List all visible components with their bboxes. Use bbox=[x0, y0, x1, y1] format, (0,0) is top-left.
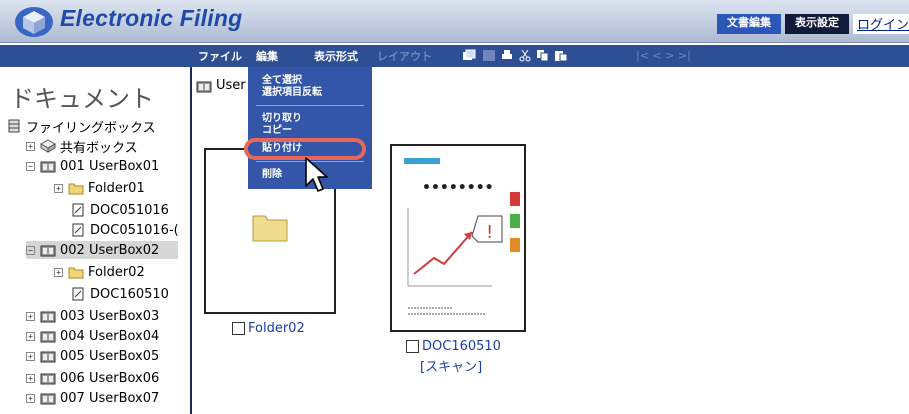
select-checkbox[interactable] bbox=[406, 340, 419, 353]
cut-icon[interactable] bbox=[518, 49, 532, 62]
expand-icon[interactable]: + bbox=[54, 183, 63, 193]
item-label: DOC160510 bbox=[422, 339, 501, 354]
menu-edit[interactable]: 編集 bbox=[256, 48, 278, 64]
menu-file[interactable]: ファイル bbox=[198, 48, 242, 64]
document-thumbnail[interactable]: •••••••• ! bbox=[390, 144, 526, 332]
tree-label: DOC051016 bbox=[90, 202, 169, 218]
tree-label: DOC051016-( bbox=[90, 222, 179, 238]
tree-item-doc051016-c[interactable]: DOC051016-( bbox=[70, 221, 179, 239]
tree-item-userbox03[interactable]: + 003 UserBox03 bbox=[26, 307, 159, 325]
expand-icon[interactable]: + bbox=[26, 331, 35, 341]
menu-separator bbox=[256, 105, 364, 106]
breadcrumb: User bbox=[196, 78, 246, 93]
tree-item-filing-box[interactable]: ファイリングボックス bbox=[6, 117, 156, 136]
pointer-cursor-icon bbox=[305, 157, 328, 192]
tree-label: Folder02 bbox=[88, 264, 145, 280]
paste-icon[interactable] bbox=[554, 49, 568, 62]
userbox-icon bbox=[196, 81, 212, 92]
login-link[interactable]: ログイン bbox=[853, 14, 909, 34]
tree-label: DOC160510 bbox=[90, 286, 169, 302]
menu-view[interactable]: 表示形式 bbox=[314, 48, 358, 64]
cabinet-icon bbox=[8, 119, 20, 133]
tree-item-userbox06[interactable]: + 006 UserBox06 bbox=[26, 369, 159, 387]
item-label: Folder02 bbox=[248, 321, 305, 336]
folder-icon bbox=[68, 267, 84, 279]
userbox-icon bbox=[40, 351, 56, 363]
tree-label: 004 UserBox04 bbox=[60, 328, 160, 344]
userbox-icon bbox=[40, 311, 56, 323]
menu-item-select-all[interactable]: 全て選択 bbox=[262, 75, 302, 87]
tree-item-folder01[interactable]: + Folder01 bbox=[54, 179, 145, 197]
app-title: Electronic Filing bbox=[60, 5, 243, 31]
tree-label: 007 UserBox07 bbox=[60, 390, 160, 406]
tree-label: Folder01 bbox=[88, 180, 145, 196]
title-bar: Electronic Filing 文書編集 表示設定 ログイン bbox=[0, 0, 909, 43]
document-preview-icon: •••••••• ! bbox=[404, 158, 520, 315]
tree-item-doc051016[interactable]: DOC051016 bbox=[70, 201, 169, 219]
tree-item-doc160510[interactable]: DOC160510 bbox=[70, 285, 169, 303]
cube-logo-icon bbox=[15, 7, 53, 37]
svg-text:••••••••: •••••••• bbox=[422, 180, 494, 196]
tree-label: 006 UserBox06 bbox=[60, 370, 160, 386]
expand-icon[interactable]: + bbox=[26, 141, 35, 151]
save-icon bbox=[483, 50, 495, 61]
tree-item-shared-box[interactable]: + 共有ボックス bbox=[26, 137, 138, 156]
sidebar-heading: ドキュメント bbox=[10, 85, 154, 113]
userbox-icon bbox=[40, 373, 56, 385]
tree-item-userbox07[interactable]: + 007 UserBox07 bbox=[26, 389, 159, 407]
sidebar: ドキュメント ファイリングボックス + 共有ボックス − 001 UserBox… bbox=[0, 67, 192, 414]
expand-icon[interactable]: + bbox=[54, 267, 63, 277]
folder02-item[interactable]: Folder02 bbox=[232, 321, 305, 336]
expand-icon[interactable]: + bbox=[26, 311, 35, 321]
menu-item-invert-selection[interactable]: 選択項目反転 bbox=[262, 87, 322, 99]
collapse-icon[interactable]: − bbox=[26, 161, 35, 171]
menu-bar: ファイル 編集 表示形式 レイアウト |< < > >| bbox=[0, 45, 909, 67]
folder-icon bbox=[68, 183, 84, 195]
edit-document-button[interactable]: 文書編集 bbox=[717, 14, 781, 34]
document-icon bbox=[72, 203, 84, 217]
copy-icon[interactable] bbox=[536, 49, 550, 62]
print-icon[interactable] bbox=[500, 49, 514, 62]
tree-item-folder02[interactable]: + Folder02 bbox=[54, 263, 145, 281]
tree-item-userbox04[interactable]: + 004 UserBox04 bbox=[26, 327, 159, 345]
document-icon bbox=[72, 223, 84, 237]
collapse-icon[interactable]: − bbox=[26, 245, 35, 255]
tree-item-userbox02[interactable]: − 002 UserBox02 bbox=[26, 241, 178, 259]
breadcrumb-label: User bbox=[216, 78, 246, 93]
menu-item-copy[interactable]: コピー bbox=[262, 125, 292, 137]
expand-icon[interactable]: + bbox=[26, 393, 35, 403]
tree-label: 共有ボックス bbox=[60, 140, 138, 156]
shared-box-icon bbox=[40, 139, 56, 153]
folder-icon bbox=[252, 215, 288, 242]
page-navigation: |< < > >| bbox=[636, 49, 691, 62]
tree-label: 005 UserBox05 bbox=[60, 348, 160, 364]
userbox-icon bbox=[40, 245, 56, 257]
tree-label: 003 UserBox03 bbox=[60, 308, 160, 324]
userbox-icon bbox=[40, 393, 56, 405]
userbox-icon bbox=[40, 161, 56, 173]
select-checkbox[interactable] bbox=[232, 322, 245, 335]
tree-label: ファイリングボックス bbox=[26, 120, 156, 136]
copy-folder-icon[interactable] bbox=[462, 49, 476, 62]
document-icon bbox=[72, 287, 84, 301]
menu-item-cut[interactable]: 切り取り bbox=[262, 113, 302, 125]
expand-icon[interactable]: + bbox=[26, 351, 35, 361]
tree-label: 002 UserBox02 bbox=[60, 242, 160, 258]
tree-label: 001 UserBox01 bbox=[60, 158, 160, 174]
expand-icon[interactable]: + bbox=[26, 373, 35, 383]
menu-layout: レイアウト bbox=[377, 50, 432, 63]
tree-item-userbox01[interactable]: − 001 UserBox01 bbox=[26, 157, 159, 175]
userbox-icon bbox=[40, 331, 56, 343]
doc-type-label: [スキャン] bbox=[420, 360, 483, 375]
menu-item-delete[interactable]: 削除 bbox=[262, 169, 282, 181]
display-settings-button[interactable]: 表示設定 bbox=[785, 14, 849, 34]
doc160510-item[interactable]: DOC160510 bbox=[406, 339, 501, 354]
svg-text:!: ! bbox=[486, 222, 493, 243]
tree-item-userbox05[interactable]: + 005 UserBox05 bbox=[26, 347, 159, 365]
